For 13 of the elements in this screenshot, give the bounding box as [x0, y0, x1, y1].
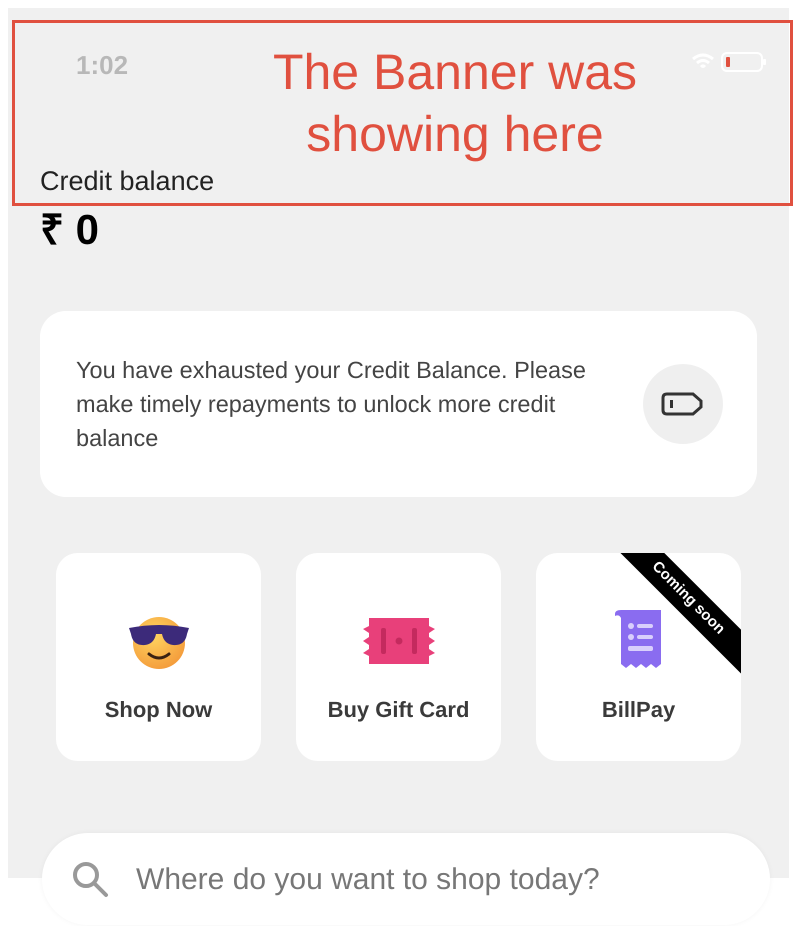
notice-text: You have exhausted your Credit Balance. Please make timely repayments to unlock more credit balance	[76, 356, 587, 453]
annotation-text: The Banner was showing here	[272, 43, 638, 164]
action-tile[interactable]: Buy Gift Card	[296, 553, 501, 761]
status-time: 1:02	[76, 49, 128, 82]
search-input[interactable]: Where do you want to shop today?	[136, 856, 770, 902]
balance-amount: ₹ 0	[40, 209, 100, 251]
low-battery-icon	[661, 392, 705, 416]
search-icon	[70, 859, 110, 899]
balance-label: Credit balance	[40, 168, 216, 195]
action-tile[interactable]: Shop Now	[56, 553, 261, 761]
search-field[interactable]: Where do you want to shop today?	[42, 833, 770, 925]
battery-icon	[721, 52, 767, 72]
ticket-icon	[362, 618, 434, 664]
